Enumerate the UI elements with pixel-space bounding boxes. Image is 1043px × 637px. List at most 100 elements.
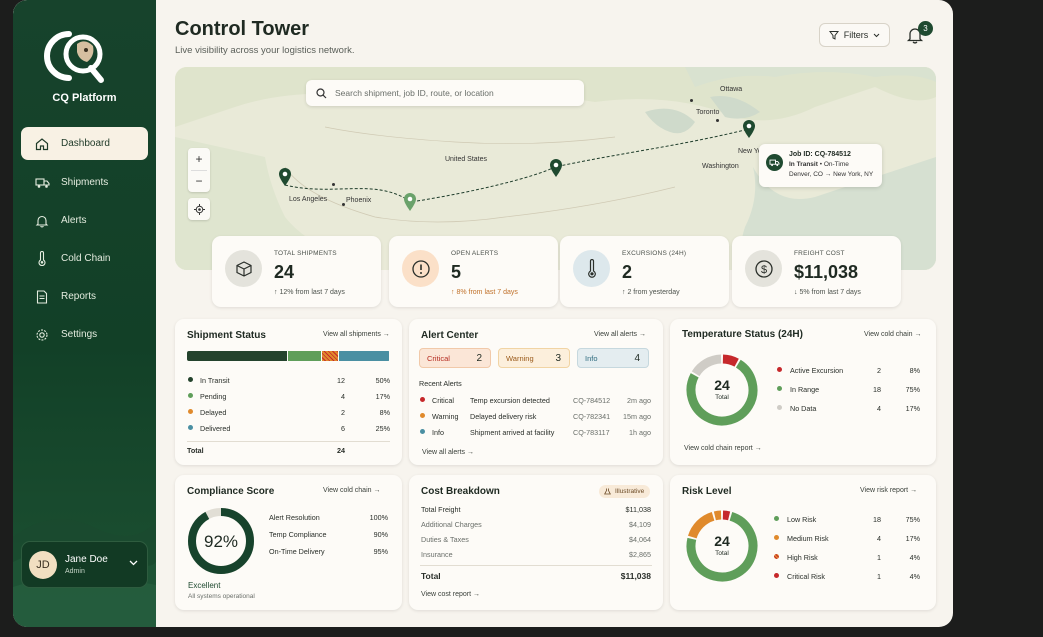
sidebar-item-settings[interactable]: Settings (21, 318, 148, 351)
sidebar-item-dashboard[interactable]: Dashboard (21, 127, 148, 160)
city-dot (342, 203, 345, 206)
legend-label: Medium Risk (787, 534, 829, 543)
legend-pct: 4% (909, 572, 920, 581)
sidebar-item-alerts[interactable]: Alerts (21, 204, 148, 237)
cost-label: Total Freight (421, 505, 461, 514)
alert-text[interactable]: Delayed delivery risk (470, 412, 536, 421)
stat-card-open-alerts[interactable]: OPEN ALERTS 5 ↑ 8% from last 7 days (389, 236, 558, 307)
chip-warning[interactable]: Warning 3 (498, 348, 570, 368)
alert-job-id[interactable]: CQ-783117 (573, 428, 610, 437)
donut-segment[interactable] (713, 510, 722, 521)
legend-label: No Data (790, 404, 817, 413)
donut-segment[interactable] (722, 510, 731, 521)
thermometer-icon (34, 251, 50, 267)
status-label: Delivered (200, 424, 231, 433)
zoom-in-button[interactable]: + (188, 148, 210, 170)
alert-icon (402, 250, 439, 287)
sidebar-item-cold-chain[interactable]: Cold Chain (21, 242, 148, 275)
shipment-stacked-bar (187, 351, 390, 361)
divider (191, 170, 207, 171)
legend-count: 18 (873, 385, 881, 394)
legend-dot (774, 573, 779, 578)
panel-title: Cost Breakdown (421, 486, 500, 497)
view-cold-chain-report-link[interactable]: View cold chain report → (684, 445, 762, 452)
bar-segment (321, 351, 339, 361)
map-pin-new-york[interactable] (742, 119, 756, 139)
zoom-out-button[interactable]: − (188, 170, 210, 192)
search-input[interactable] (335, 88, 575, 98)
avatar: JD (29, 550, 57, 579)
compliance-note: All systems operational (188, 593, 255, 600)
metric-label: Alert Resolution (269, 513, 320, 522)
search-icon (316, 87, 327, 98)
donut-segment[interactable] (691, 354, 722, 377)
legend-label: Active Excursion (790, 366, 844, 375)
brand-name: CQ Platform (52, 92, 117, 104)
legend-dot (774, 535, 779, 540)
panel-title: Compliance Score (187, 486, 275, 497)
chip-critical[interactable]: Critical 2 (419, 348, 491, 368)
compliance-panel: Compliance Score View cold chain → 92% E… (175, 475, 402, 610)
job-popup[interactable]: Job ID: CQ-784512 In Transit • On-Time D… (759, 144, 882, 187)
alert-text[interactable]: Shipment arrived at facility (470, 428, 554, 437)
map-pin-denver[interactable] (549, 158, 563, 178)
user-menu[interactable]: JD Jane Doe Admin (21, 541, 148, 588)
legend-dot (774, 516, 779, 521)
sidebar-item-reports[interactable]: Reports (21, 280, 148, 313)
app-window: CQ Platform Dashboard Shipments Alerts C… (13, 0, 953, 627)
metric-value: 95% (373, 547, 388, 556)
alert-job-id[interactable]: CQ-782341 (573, 412, 610, 421)
home-icon (34, 136, 50, 152)
view-cold-chain-link[interactable]: View cold chain → (323, 487, 380, 494)
page-title: Control Tower (175, 18, 310, 40)
map-pin-phoenix[interactable] (403, 192, 417, 212)
status-pct: 50% (375, 376, 390, 385)
city-dot (690, 99, 693, 102)
view-all-alerts-footer-link[interactable]: View all alerts → (422, 449, 474, 456)
stat-card-total-shipments[interactable]: TOTAL SHIPMENTS 24 ↑ 12% from last 7 day… (212, 236, 381, 307)
job-origin: Denver, CO (789, 171, 823, 178)
view-risk-report-link[interactable]: View risk report → (860, 487, 917, 494)
panel-title: Risk Level (682, 486, 732, 497)
filters-button[interactable]: Filters (819, 23, 890, 47)
stat-label: OPEN ALERTS (451, 250, 499, 257)
stat-value: $11,038 (794, 262, 859, 282)
bullet: • (819, 161, 822, 168)
view-cost-report-link[interactable]: View cost report → (421, 591, 480, 598)
alert-level: Critical (432, 396, 454, 405)
arrow-right-icon: → (754, 445, 762, 452)
bar-segment (187, 351, 287, 361)
arrow-up-icon: ↑ (622, 289, 626, 296)
alert-text[interactable]: Temp excursion detected (470, 396, 550, 405)
legend-pct: 75% (905, 385, 920, 394)
alert-job-id[interactable]: CQ-784512 (573, 396, 610, 405)
divider (187, 441, 390, 442)
legend-label: Low Risk (787, 515, 817, 524)
user-role: Admin (65, 568, 85, 575)
donut-center-value: 24 (714, 377, 730, 393)
stat-card-excursions[interactable]: EXCURSIONS (24H) 2 ↑ 2 from yesterday (560, 236, 729, 307)
arrow-down-icon: ↓ (794, 289, 798, 296)
stat-card-freight-cost[interactable]: $ FREIGHT COST $11,038 ↓ 5% from last 7 … (732, 236, 901, 307)
city-label-ottawa: Ottawa (720, 86, 743, 93)
stat-change: 5% from last 7 days (799, 289, 861, 296)
truck-icon (766, 154, 783, 171)
view-all-alerts-link[interactable]: View all alerts → (594, 331, 646, 338)
main-content: Control Tower Live visibility across you… (156, 0, 953, 627)
legend-count: 18 (873, 515, 881, 524)
status-dot (188, 425, 193, 430)
gear-icon (34, 327, 50, 343)
chip-info[interactable]: Info 4 (577, 348, 649, 368)
arrow-right-icon: → (467, 449, 475, 456)
sidebar-item-shipments[interactable]: Shipments (21, 166, 148, 199)
donut-segment[interactable] (722, 354, 739, 367)
city-dot (716, 119, 719, 122)
view-cold-chain-link[interactable]: View cold chain → (864, 331, 921, 338)
view-all-shipments-link[interactable]: View all shipments → (323, 331, 390, 338)
map-search-bar[interactable] (306, 80, 584, 106)
map-pin-los-angeles[interactable] (278, 167, 292, 187)
legend-dot (777, 405, 782, 410)
locate-button[interactable] (188, 198, 210, 220)
cost-label: Duties & Taxes (421, 535, 469, 544)
sidebar-item-label: Settings (61, 329, 98, 340)
